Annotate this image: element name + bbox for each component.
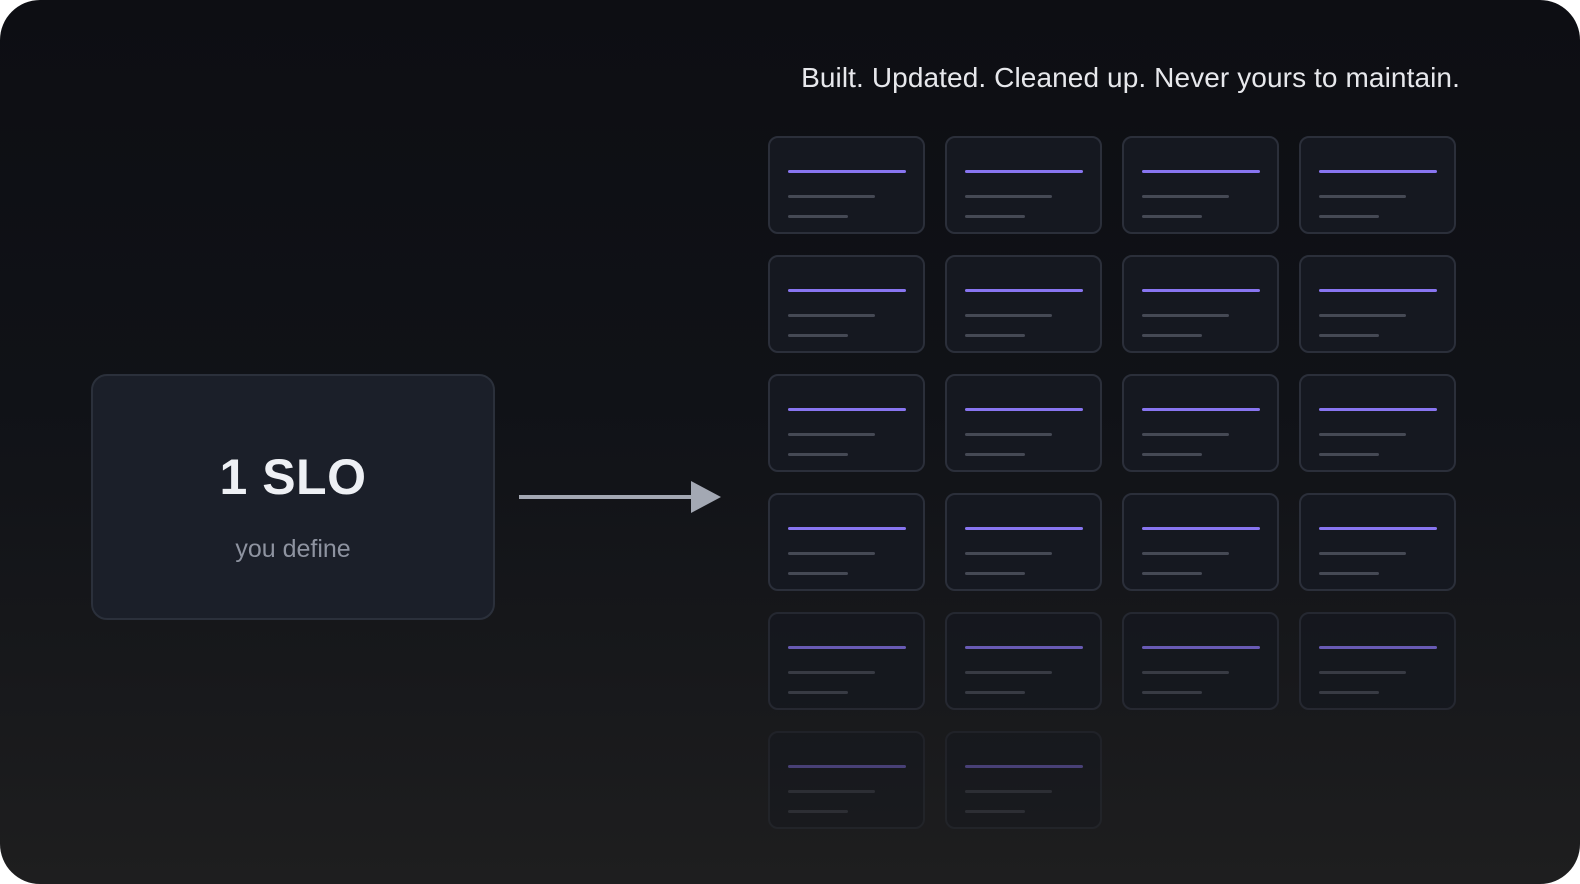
tile-text-line bbox=[1319, 691, 1379, 694]
slo-card-subtitle: you define bbox=[235, 535, 351, 563]
generated-item-tile bbox=[945, 493, 1102, 591]
tile-title-line bbox=[788, 765, 906, 768]
tile-title-line bbox=[788, 170, 906, 173]
generated-item-tile bbox=[945, 612, 1102, 710]
tile-text-line bbox=[965, 453, 1025, 456]
tile-text-line bbox=[965, 691, 1025, 694]
tile-title-line bbox=[965, 408, 1083, 411]
generated-item-tile bbox=[768, 136, 925, 234]
tile-text-line bbox=[965, 552, 1052, 555]
tile-text-line bbox=[1142, 572, 1202, 575]
tile-text-line bbox=[1142, 552, 1229, 555]
tile-text-line bbox=[1319, 671, 1406, 674]
generated-item-tile bbox=[945, 136, 1102, 234]
tile-text-line bbox=[1319, 453, 1379, 456]
generated-item-tile bbox=[1122, 255, 1279, 353]
tile-text-line bbox=[1319, 195, 1406, 198]
generated-item-tile bbox=[768, 731, 925, 829]
generated-item-tile bbox=[1299, 493, 1456, 591]
tile-text-line bbox=[788, 552, 875, 555]
tile-text-line bbox=[1142, 691, 1202, 694]
tile-title-line bbox=[1142, 289, 1260, 292]
tile-text-line bbox=[965, 215, 1025, 218]
generated-item-tile bbox=[945, 374, 1102, 472]
tile-text-line bbox=[1142, 433, 1229, 436]
tile-text-line bbox=[1319, 215, 1379, 218]
arrow-head bbox=[691, 481, 721, 513]
generated-item-tile bbox=[1122, 136, 1279, 234]
tile-text-line bbox=[965, 314, 1052, 317]
tile-title-line bbox=[788, 527, 906, 530]
tile-title-line bbox=[965, 527, 1083, 530]
tile-title-line bbox=[965, 289, 1083, 292]
generated-item-tile bbox=[768, 374, 925, 472]
slo-card: 1 SLO you define bbox=[91, 374, 495, 620]
tile-title-line bbox=[1142, 170, 1260, 173]
tile-title-line bbox=[1319, 527, 1437, 530]
tile-text-line bbox=[788, 572, 848, 575]
tile-title-line bbox=[965, 646, 1083, 649]
tile-text-line bbox=[965, 671, 1052, 674]
generated-item-tile bbox=[1122, 374, 1279, 472]
tile-text-line bbox=[1319, 552, 1406, 555]
tile-text-line bbox=[965, 195, 1052, 198]
tile-title-line bbox=[788, 289, 906, 292]
tile-text-line bbox=[788, 334, 848, 337]
generated-item-tile bbox=[1299, 612, 1456, 710]
generated-item-tile bbox=[945, 731, 1102, 829]
tile-text-line bbox=[1142, 195, 1229, 198]
generated-item-tile bbox=[1122, 493, 1279, 591]
diagram-canvas: Built. Updated. Cleaned up. Never yours … bbox=[0, 0, 1580, 884]
generated-item-tile bbox=[945, 255, 1102, 353]
tile-title-line bbox=[1142, 646, 1260, 649]
tile-title-line bbox=[1142, 408, 1260, 411]
tile-text-line bbox=[965, 790, 1052, 793]
tile-text-line bbox=[965, 810, 1025, 813]
tile-text-line bbox=[788, 671, 875, 674]
tile-title-line bbox=[1142, 527, 1260, 530]
tile-text-line bbox=[1319, 334, 1379, 337]
generated-items-grid bbox=[768, 136, 1462, 836]
generated-item-tile bbox=[768, 493, 925, 591]
tile-text-line bbox=[788, 433, 875, 436]
tile-title-line bbox=[1319, 170, 1437, 173]
tile-title-line bbox=[965, 170, 1083, 173]
tile-text-line bbox=[1142, 314, 1229, 317]
tile-text-line bbox=[788, 810, 848, 813]
tile-text-line bbox=[1319, 314, 1406, 317]
generated-item-tile bbox=[768, 255, 925, 353]
tile-text-line bbox=[965, 334, 1025, 337]
headline: Built. Updated. Cleaned up. Never yours … bbox=[801, 62, 1460, 93]
generated-item-tile bbox=[1299, 255, 1456, 353]
tile-text-line bbox=[1142, 453, 1202, 456]
tile-title-line bbox=[965, 765, 1083, 768]
tile-title-line bbox=[1319, 408, 1437, 411]
tile-title-line bbox=[1319, 289, 1437, 292]
tile-text-line bbox=[1319, 572, 1379, 575]
tile-title-line bbox=[788, 408, 906, 411]
tile-text-line bbox=[965, 433, 1052, 436]
generated-item-tile bbox=[1122, 612, 1279, 710]
tile-text-line bbox=[788, 790, 875, 793]
tile-title-line bbox=[788, 646, 906, 649]
generated-item-tile bbox=[1299, 136, 1456, 234]
tile-text-line bbox=[1142, 215, 1202, 218]
right-arrow-icon bbox=[519, 481, 721, 513]
slo-card-title: 1 SLO bbox=[219, 449, 367, 505]
tile-text-line bbox=[788, 215, 848, 218]
tile-text-line bbox=[788, 314, 875, 317]
generated-item-tile bbox=[1299, 374, 1456, 472]
generated-item-tile bbox=[768, 612, 925, 710]
tile-title-line bbox=[1319, 646, 1437, 649]
tile-text-line bbox=[788, 691, 848, 694]
tile-text-line bbox=[788, 453, 848, 456]
tile-text-line bbox=[788, 195, 875, 198]
tile-text-line bbox=[1142, 334, 1202, 337]
tile-text-line bbox=[1142, 671, 1229, 674]
tile-text-line bbox=[965, 572, 1025, 575]
tile-text-line bbox=[1319, 433, 1406, 436]
